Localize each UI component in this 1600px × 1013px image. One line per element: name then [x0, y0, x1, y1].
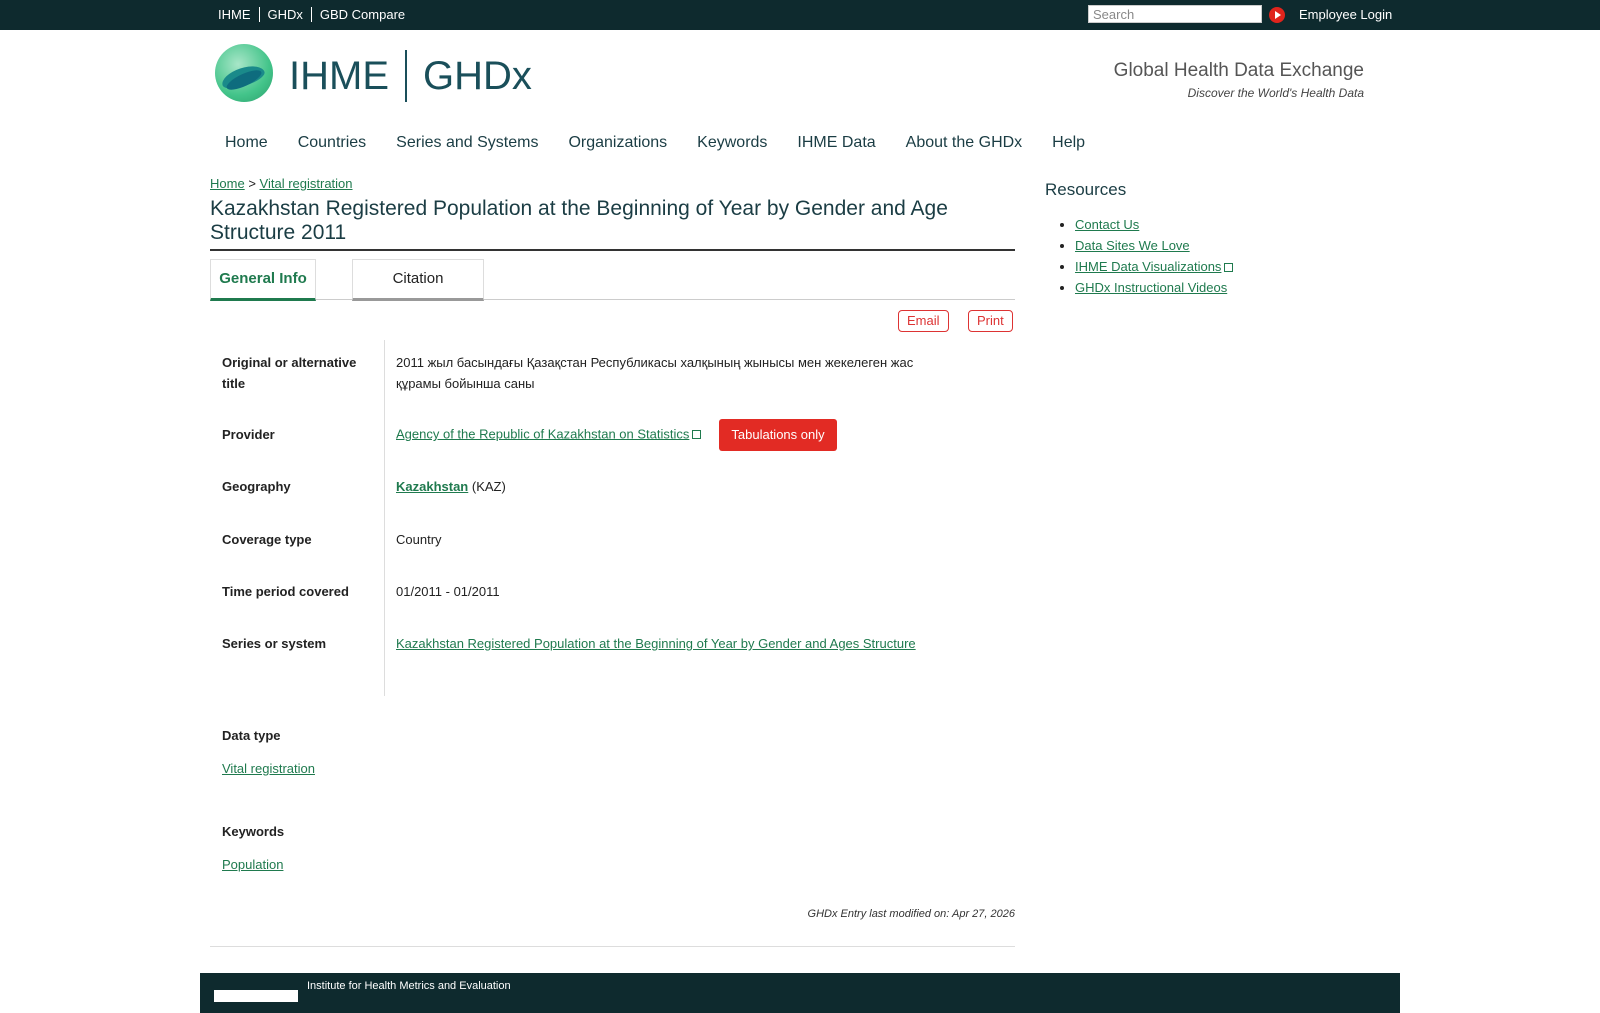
- nav-ihme-data[interactable]: IHME Data: [797, 134, 875, 152]
- brand-divider: [405, 50, 407, 102]
- field-label: Original or alternative title: [222, 355, 357, 391]
- field-value: Kazakhstan (KAZ): [396, 476, 956, 497]
- field-label: Coverage type: [222, 532, 312, 547]
- field-label: Provider: [222, 427, 275, 442]
- top-link-ghdx[interactable]: GHDx: [260, 7, 312, 22]
- geography-link[interactable]: Kazakhstan: [396, 479, 468, 494]
- resource-ihme-visualizations[interactable]: IHME Data Visualizations: [1075, 259, 1221, 274]
- nav-home[interactable]: Home: [225, 134, 268, 152]
- tabulations-only-badge[interactable]: Tabulations only: [719, 419, 837, 451]
- field-label: Geography: [222, 479, 291, 494]
- breadcrumb-vital-registration[interactable]: Vital registration: [260, 176, 353, 191]
- list-item: Data Sites We Love: [1075, 235, 1233, 256]
- breadcrumb-separator: >: [248, 176, 256, 191]
- resources-list: Contact Us Data Sites We Love IHME Data …: [1045, 214, 1234, 298]
- resource-instructional-videos[interactable]: GHDx Instructional Videos: [1075, 280, 1227, 295]
- breadcrumb: Home > Vital registration: [210, 176, 353, 191]
- list-item: Contact Us: [1075, 214, 1233, 235]
- table-divider: [384, 340, 385, 696]
- nav-countries[interactable]: Countries: [298, 134, 366, 152]
- field-value: Kazakhstan Registered Population at the …: [396, 633, 916, 654]
- top-links: IHME GHDx GBD Compare: [218, 7, 413, 22]
- nav-keywords[interactable]: Keywords: [697, 134, 767, 152]
- resources-title: Resources: [1045, 180, 1127, 199]
- site-tagline: Global Health Data Exchange Discover the…: [1114, 60, 1364, 100]
- field-value: 2011 жыл басындағы Қазақстан Республикас…: [396, 355, 914, 391]
- external-link-icon: [1224, 263, 1234, 272]
- top-link-ihme[interactable]: IHME: [218, 7, 260, 22]
- page-title: Kazakhstan Registered Population at the …: [210, 197, 1015, 251]
- field-value: 01/2011 - 01/2011: [396, 584, 500, 599]
- nav-about[interactable]: About the GHDx: [906, 134, 1023, 152]
- series-link[interactable]: Kazakhstan Registered Population at the …: [396, 636, 916, 651]
- field-label: Time period covered: [222, 584, 349, 599]
- breadcrumb-home[interactable]: Home: [210, 176, 245, 191]
- employee-login-link[interactable]: Employee Login: [1299, 7, 1392, 22]
- main-nav: Home Countries Series and Systems Organi…: [225, 134, 1115, 152]
- resource-data-sites[interactable]: Data Sites We Love: [1075, 238, 1190, 253]
- tab-citation[interactable]: Citation: [352, 259, 484, 301]
- data-type-label: Data type: [222, 728, 281, 743]
- footer-org-name: Institute for Health Metrics and Evaluat…: [307, 980, 511, 992]
- brand-ghdx: GHDx: [423, 53, 532, 98]
- footer: Institute for Health Metrics and Evaluat…: [200, 973, 1400, 1013]
- geography-code: (KAZ): [471, 479, 506, 494]
- nav-series-and-systems[interactable]: Series and Systems: [396, 134, 538, 152]
- brand-ihme: IHME: [289, 53, 389, 98]
- keywords-label: Keywords: [222, 824, 285, 839]
- list-item: IHME Data Visualizations: [1075, 256, 1234, 277]
- nav-organizations[interactable]: Organizations: [568, 134, 667, 152]
- ihme-logo-icon[interactable]: [215, 44, 273, 102]
- resource-contact-us[interactable]: Contact Us: [1075, 217, 1139, 232]
- provider-link[interactable]: Agency of the Republic of Kazakhstan on …: [396, 426, 689, 441]
- field-value: Country: [396, 532, 442, 547]
- tagline-title: Global Health Data Exchange: [1113, 60, 1364, 81]
- external-link-icon: [692, 430, 702, 440]
- field-label: Series or system: [222, 636, 327, 651]
- list-item: GHDx Instructional Videos: [1075, 277, 1233, 298]
- top-link-gbd-compare[interactable]: GBD Compare: [312, 7, 413, 22]
- tab-general-info[interactable]: General Info: [210, 259, 316, 301]
- email-button[interactable]: Email: [898, 310, 949, 332]
- tab-bar: General Info Citation: [210, 259, 1015, 301]
- site-brand[interactable]: IHME GHDx: [289, 50, 532, 102]
- print-button[interactable]: Print: [968, 310, 1013, 332]
- field-value: Agency of the Republic of Kazakhstan on …: [396, 419, 956, 451]
- search-go-icon[interactable]: [1269, 7, 1285, 23]
- tagline-subtitle: Discover the World's Health Data: [1187, 86, 1364, 100]
- keyword-link-population[interactable]: Population: [222, 857, 283, 872]
- divider: [210, 946, 1015, 947]
- nav-help[interactable]: Help: [1052, 134, 1085, 152]
- ihme-footer-logo-icon: [214, 990, 298, 1002]
- last-modified: GHDx Entry last modified on: Apr 27, 202…: [807, 908, 1015, 920]
- data-type-link[interactable]: Vital registration: [222, 761, 315, 776]
- search-input[interactable]: [1088, 5, 1262, 23]
- top-bar: IHME GHDx GBD Compare Employee Login: [0, 0, 1600, 30]
